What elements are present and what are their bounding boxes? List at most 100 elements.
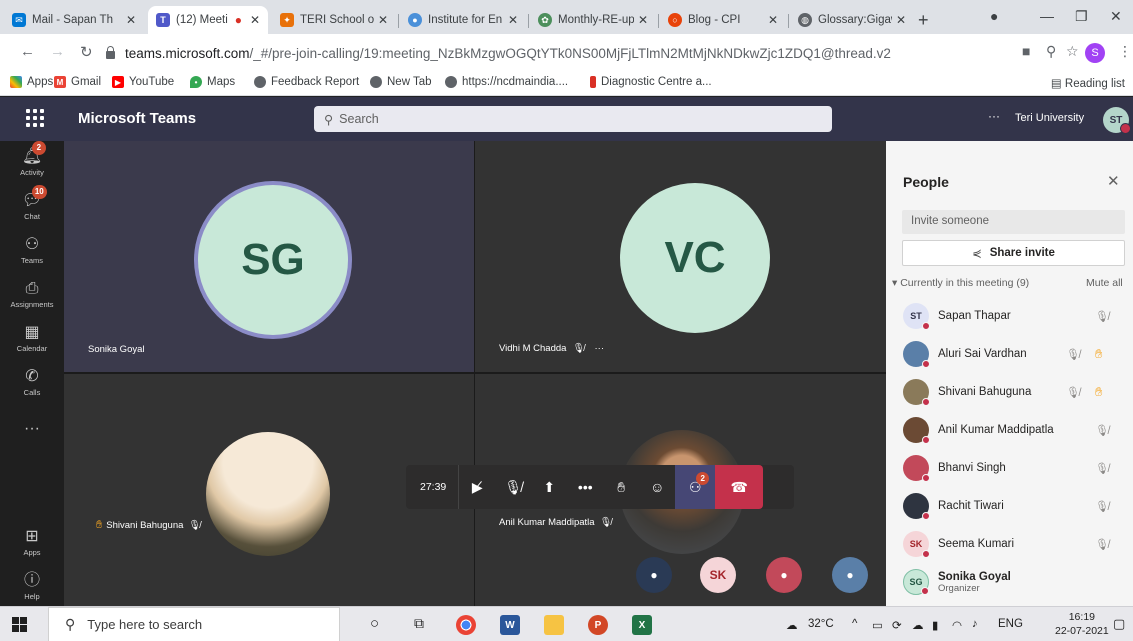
tab-teri-school[interactable]: ✦ TERI School of ✕	[272, 6, 396, 34]
bookmark-apps[interactable]: Apps	[10, 76, 53, 88]
language-indicator[interactable]: ENG	[998, 618, 1023, 630]
section-header[interactable]: ▾ Currently in this meeting (9)	[892, 277, 1029, 289]
zoom-icon[interactable]: ⚲	[1046, 43, 1056, 60]
participant-row[interactable]: SG Sonika Goyal Organizer	[886, 563, 1133, 601]
reload-icon[interactable]: ↻	[80, 43, 93, 61]
close-icon[interactable]: ✕	[1107, 172, 1120, 190]
overflow-avatar[interactable]: ●	[766, 557, 802, 593]
bookmark-feedback-report[interactable]: Feedback Report	[254, 76, 359, 88]
video-tile-sonika[interactable]: SG Sonika Goyal	[64, 141, 474, 372]
participant-row[interactable]: ST Sapan Thapar 🎙︎̸	[886, 297, 1133, 335]
chrome-icon[interactable]	[456, 615, 476, 635]
search-input[interactable]: ⚲ Search	[314, 106, 832, 132]
participant-row[interactable]: SK Seema Kumari 🎙︎̸	[886, 525, 1133, 563]
reading-list-button[interactable]: ▤ Reading list	[1051, 76, 1125, 90]
camera-off-button[interactable]: ▶̸	[459, 465, 495, 509]
tab-institute[interactable]: ● Institute for En ✕	[400, 6, 526, 34]
tray-overflow-icon[interactable]: ^	[852, 618, 857, 630]
chat-button[interactable]: ☺	[639, 465, 675, 509]
tab-monthly-re[interactable]: ✿ Monthly-RE-up ✕	[530, 6, 656, 34]
participant-row[interactable]: Anil Kumar Maddipatla 🎙︎̸	[886, 411, 1133, 449]
tab-teams-meeting[interactable]: T (12) Meeti ● ✕	[148, 6, 268, 34]
notifications-icon[interactable]: ▢	[1113, 616, 1125, 632]
close-tab-icon[interactable]: ✕	[508, 13, 518, 27]
forward-arrow-icon[interactable]: →	[50, 43, 65, 60]
excel-icon[interactable]: X	[632, 615, 652, 635]
more-options-icon[interactable]: ···	[988, 109, 1000, 123]
close-tab-icon[interactable]: ✕	[126, 13, 136, 27]
video-tile-vidhi[interactable]: VC Vidhi M Chadda 🎙︎̸ ···	[475, 141, 886, 372]
word-icon[interactable]: W	[500, 615, 520, 635]
participant-row[interactable]: Bhanvi Singh 🎙︎̸	[886, 449, 1133, 487]
share-invite-button[interactable]: ⋞ Share invite	[902, 240, 1125, 266]
rail-calendar[interactable]: ▦ Calendar	[0, 323, 64, 367]
back-arrow-icon[interactable]: ←	[20, 43, 35, 60]
participants-button[interactable]: ⚇ 2	[675, 465, 716, 509]
task-view-icon[interactable]: ⧉	[414, 615, 424, 632]
close-tab-icon[interactable]: ✕	[896, 13, 906, 27]
rail-more[interactable]: ···	[0, 419, 64, 463]
volume-icon[interactable]: ♪	[972, 618, 978, 630]
restore-button[interactable]: ❐	[1075, 8, 1088, 25]
address-bar[interactable]: teams.microsoft.com/_#/pre-join-calling/…	[106, 40, 996, 66]
close-tab-icon[interactable]: ✕	[378, 13, 388, 27]
user-avatar[interactable]: ST	[1103, 107, 1131, 134]
tab-glossary[interactable]: ◍ Glossary:Gigaw ✕	[790, 6, 914, 34]
powerpoint-icon[interactable]: P	[588, 615, 608, 635]
bookmark-ncdmaindia[interactable]: https://ncdmaindia....	[445, 76, 568, 88]
system-clock[interactable]: 16:19 22-07-2021	[1055, 610, 1109, 638]
microphone-icon[interactable]: ▮	[932, 618, 938, 632]
invite-input[interactable]: Invite someone	[902, 210, 1125, 234]
participant-name: Vidhi M Chadda 🎙︎̸ ···	[499, 343, 604, 354]
overflow-avatar[interactable]: ●	[832, 557, 868, 593]
app-launcher-icon[interactable]	[26, 109, 44, 127]
camera-blocked-icon[interactable]: ■	[1022, 43, 1030, 59]
taskbar-search-input[interactable]: ⚲ Type here to search	[48, 607, 340, 641]
onedrive-icon[interactable]: ☁	[912, 618, 924, 632]
tab-mail[interactable]: ✉ Mail - Sapan Th ✕	[4, 6, 144, 34]
rail-apps[interactable]: ⊞ Apps	[0, 527, 64, 571]
share-screen-button[interactable]: ⬆	[531, 465, 567, 509]
bookmark-gmail[interactable]: M Gmail	[54, 76, 101, 88]
bookmark-diagnostic-centre[interactable]: Diagnostic Centre a...	[590, 76, 712, 88]
minimize-button[interactable]: —	[1040, 8, 1054, 24]
file-explorer-icon[interactable]	[544, 615, 564, 635]
hang-up-button[interactable]: ☎	[715, 465, 764, 509]
rail-calls[interactable]: ✆ Calls	[0, 367, 64, 411]
participant-row[interactable]: Shivani Bahuguna 🎙︎̸ ✋︎	[886, 373, 1133, 411]
overflow-avatar[interactable]: ●	[636, 557, 672, 593]
rail-assignments[interactable]: ⎙ Assignments	[0, 279, 64, 323]
bookmark-new-tab[interactable]: New Tab	[370, 76, 432, 88]
tab-search-icon[interactable]: ●	[990, 8, 998, 24]
tab-separator	[398, 14, 399, 28]
raise-hand-button[interactable]: ✋︎	[603, 465, 639, 509]
close-tab-icon[interactable]: ✕	[768, 13, 778, 27]
profile-avatar[interactable]: S	[1085, 43, 1105, 63]
rail-teams[interactable]: ⚇ Teams	[0, 235, 64, 279]
tab-blog-cpi[interactable]: ○ Blog - CPI ✕	[660, 6, 786, 34]
windows-start-icon[interactable]	[12, 617, 27, 632]
wifi-icon[interactable]: ◠	[952, 618, 962, 632]
weather-icon[interactable]: ☁	[786, 618, 798, 632]
bookmark-maps[interactable]: • Maps	[190, 76, 235, 88]
new-tab-button[interactable]: +	[918, 10, 929, 31]
cortana-icon[interactable]: ○	[370, 615, 379, 632]
menu-kebab-icon[interactable]: ⋮	[1118, 43, 1132, 60]
close-tab-icon[interactable]: ✕	[638, 13, 648, 27]
sync-icon[interactable]: ⟳	[892, 618, 902, 632]
mute-all-button[interactable]: Mute all	[1086, 277, 1123, 289]
rail-chat[interactable]: 💬︎ 10 Chat	[0, 185, 64, 235]
bookmark-star-icon[interactable]: ☆	[1066, 43, 1079, 60]
bookmark-youtube[interactable]: ▶ YouTube	[112, 76, 174, 88]
more-actions-button[interactable]: •••	[567, 465, 603, 509]
org-name[interactable]: Teri University	[1015, 112, 1084, 124]
close-tab-icon[interactable]: ✕	[250, 13, 260, 27]
more-options-icon[interactable]: ···	[595, 343, 605, 354]
participant-row[interactable]: Aluri Sai Vardhan 🎙︎̸ ✋︎	[886, 335, 1133, 373]
rail-activity[interactable]: 🔔︎ 2 Activity	[0, 141, 64, 191]
weather-temp[interactable]: 32°C	[808, 618, 834, 630]
participant-row[interactable]: Rachit Tiwari 🎙︎̸	[886, 487, 1133, 525]
overflow-avatar-sk[interactable]: SK	[700, 557, 736, 593]
close-window-button[interactable]: ✕	[1110, 8, 1122, 25]
mic-off-button[interactable]: 🎙︎̸	[495, 465, 531, 509]
